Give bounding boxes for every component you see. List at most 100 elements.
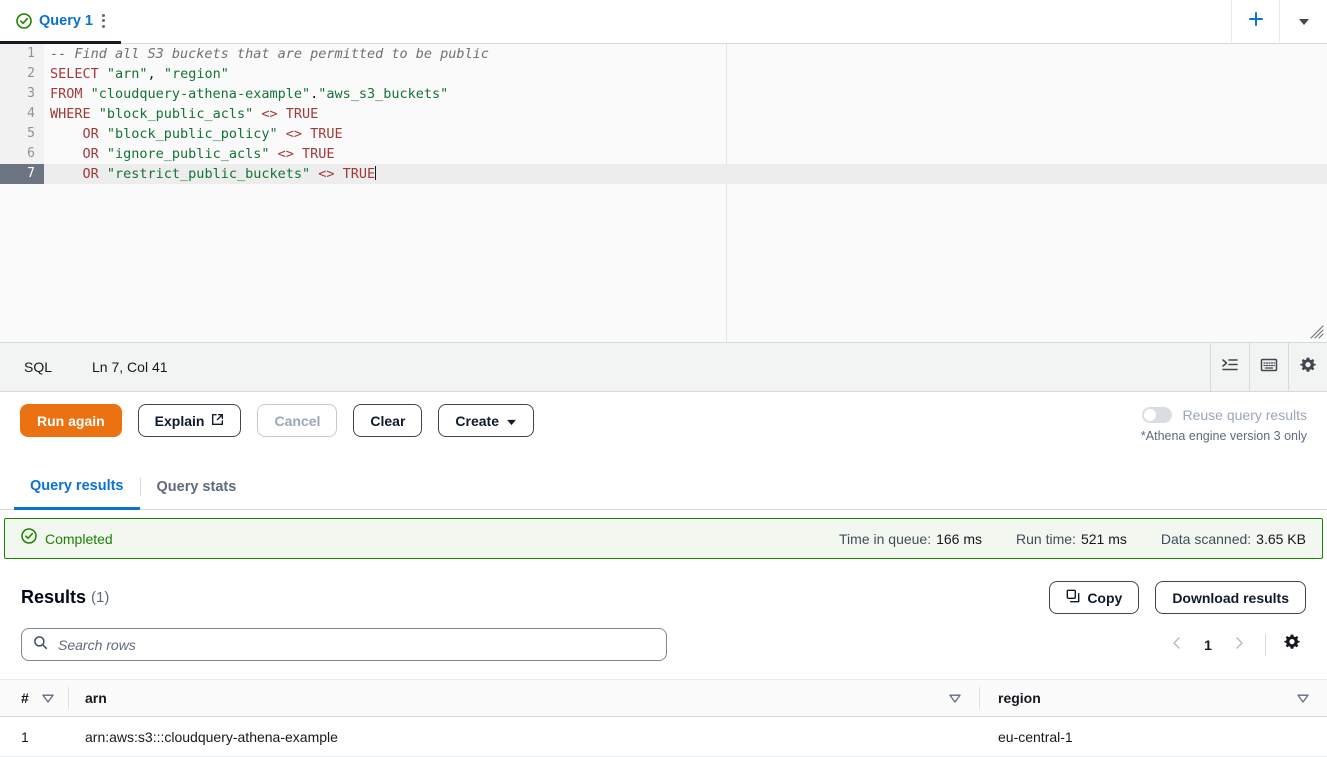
code-line[interactable]: 2 SELECT "arn", "region" (0, 64, 1327, 84)
run-again-button[interactable]: Run again (20, 404, 122, 437)
resize-grip-icon[interactable] (1310, 325, 1324, 339)
check-circle-icon (21, 528, 37, 549)
format-indent-icon (1221, 356, 1239, 379)
tab-query-results[interactable]: Query results (14, 465, 140, 510)
add-query-tab-button[interactable] (1231, 0, 1279, 43)
results-count: (1) (91, 589, 110, 606)
download-results-button[interactable]: Download results (1155, 581, 1306, 614)
explain-button[interactable]: Explain (137, 404, 242, 437)
cell-region: eu-central-1 (998, 728, 1073, 745)
tab-query-stats[interactable]: Query stats (141, 465, 253, 509)
cell-arn: arn:aws:s3:::cloudquery-athena-example (85, 728, 338, 745)
banner-status-group: Completed (21, 528, 113, 549)
plus-icon (1247, 10, 1265, 33)
table-row[interactable]: 1 arn:aws:s3:::cloudquery-athena-example e… (0, 717, 1327, 757)
line-number: 7 (0, 164, 44, 184)
reuse-query-results-toggle[interactable] (1142, 407, 1173, 423)
line-number: 2 (0, 64, 44, 84)
query-tab-strip: Query 1 (0, 0, 1327, 44)
cell-index: 1 (21, 728, 29, 745)
editor-empty-area (0, 184, 1327, 342)
query-metric: Data scanned: 3.65 KB (1161, 531, 1306, 547)
create-button[interactable]: Create (438, 404, 535, 437)
code-line[interactable]: 3 FROM "cloudquery-athena-example"."aws_s… (0, 84, 1327, 104)
gear-icon (1299, 356, 1317, 379)
results-table: # arn region 1 arn:aws:s3:::cloudquery-at… (0, 679, 1327, 757)
copy-label: Copy (1087, 589, 1123, 606)
search-rows-box[interactable] (21, 628, 667, 661)
next-page-button[interactable] (1225, 631, 1253, 659)
keyboard-shortcuts-button[interactable] (1249, 342, 1288, 392)
filter-triangle-icon[interactable] (42, 690, 54, 706)
editor-settings-button[interactable] (1288, 342, 1327, 392)
code-line[interactable]: 1 -- Find all S3 buckets that are permitt… (0, 44, 1327, 64)
copy-button[interactable]: Copy (1049, 581, 1140, 614)
keyboard-icon (1260, 356, 1278, 379)
search-input[interactable] (56, 635, 655, 654)
line-number: 5 (0, 124, 44, 144)
caret-down-icon (506, 413, 517, 429)
query-metric: Run time: 521 ms (1016, 531, 1127, 547)
results-search-row: 1 (0, 614, 1327, 661)
query-metrics-group: Time in queue: 166 ms Run time: 521 ms Data … (839, 531, 1306, 547)
column-header-arn[interactable]: arn (69, 680, 979, 716)
column-label-index: # (21, 690, 29, 706)
code-text: WHERE "block_public_acls" <> TRUE (50, 106, 319, 122)
current-page-number[interactable]: 1 (1195, 637, 1221, 653)
line-number: 3 (0, 84, 44, 104)
sql-editor[interactable]: 1 -- Find all S3 buckets that are permitt… (0, 44, 1327, 343)
code-line[interactable]: 6 OR "ignore_public_acls" <> TRUE (0, 144, 1327, 164)
pagination-divider (1265, 633, 1266, 656)
code-text: -- Find all S3 buckets that are permitte… (50, 46, 489, 62)
previous-page-button[interactable] (1163, 631, 1191, 659)
code-lines[interactable]: 1 -- Find all S3 buckets that are permitt… (0, 44, 1327, 184)
format-query-button[interactable] (1210, 342, 1249, 392)
tab-list-dropdown-button[interactable] (1279, 0, 1327, 43)
cursor-position-label: Ln 7, Col 41 (92, 359, 168, 375)
code-line[interactable]: 4 WHERE "block_public_acls" <> TRUE (0, 104, 1327, 124)
results-preferences-button[interactable] (1278, 631, 1306, 659)
text-cursor (375, 166, 377, 180)
code-line[interactable]: 7 OR "restrict_public_buckets" <> TRUE (0, 164, 1327, 184)
clear-button[interactable]: Clear (353, 404, 423, 437)
editor-status-bar: SQL Ln 7, Col 41 (0, 342, 1327, 392)
line-number: 4 (0, 104, 44, 124)
column-header-region[interactable]: region (980, 680, 1327, 716)
reuse-toggle-label: Reuse query results (1182, 407, 1307, 423)
reuse-toggle-row[interactable]: Reuse query results (1141, 407, 1307, 423)
copy-icon (1066, 589, 1080, 606)
filter-triangle-icon[interactable] (949, 690, 961, 706)
metric-label: Data scanned: (1160, 530, 1252, 547)
filter-triangle-icon[interactable] (1297, 690, 1309, 706)
code-text: OR "restrict_public_buckets" <> TRUE (44, 164, 1327, 184)
code-text: OR "block_public_policy" <> TRUE (50, 126, 343, 142)
line-number: 1 (0, 44, 44, 64)
results-pagination: 1 (1163, 631, 1306, 659)
column-header-index[interactable]: # (0, 680, 68, 716)
explain-label: Explain (154, 412, 205, 429)
chevron-right-icon (1233, 636, 1245, 654)
column-label-region: region (998, 690, 1041, 706)
query-action-bar: Run again Explain Cancel Clear Create Re… (0, 392, 1327, 465)
query-tab-query-1[interactable]: Query 1 (0, 0, 121, 44)
metric-label: Time in queue: (839, 530, 932, 547)
engine-version-note: *Athena engine version 3 only (1140, 429, 1307, 443)
query-status-text: Completed (45, 530, 113, 547)
column-label-arn: arn (85, 690, 107, 706)
results-tab-bar: Query results Query stats (0, 465, 1327, 510)
results-table-header: # arn region (0, 679, 1327, 717)
query-buttons-group: Run again Explain Cancel Clear Create (20, 404, 535, 437)
kebab-menu-icon[interactable] (100, 10, 107, 32)
code-text: FROM "cloudquery-athena-example"."aws_s3… (50, 86, 449, 102)
code-line[interactable]: 5 OR "block_public_policy" <> TRUE (0, 124, 1327, 144)
results-title: Results (21, 587, 87, 607)
query-metric: Time in queue: 166 ms (839, 531, 982, 547)
metric-label: Run time: (1016, 530, 1076, 547)
chevron-left-icon (1171, 636, 1183, 654)
metric-value: 521 ms (1080, 530, 1127, 547)
editor-language-label: SQL (24, 359, 53, 375)
cancel-button: Cancel (257, 404, 338, 437)
check-circle-icon (16, 12, 32, 29)
create-label: Create (455, 412, 500, 429)
search-icon (33, 635, 48, 655)
